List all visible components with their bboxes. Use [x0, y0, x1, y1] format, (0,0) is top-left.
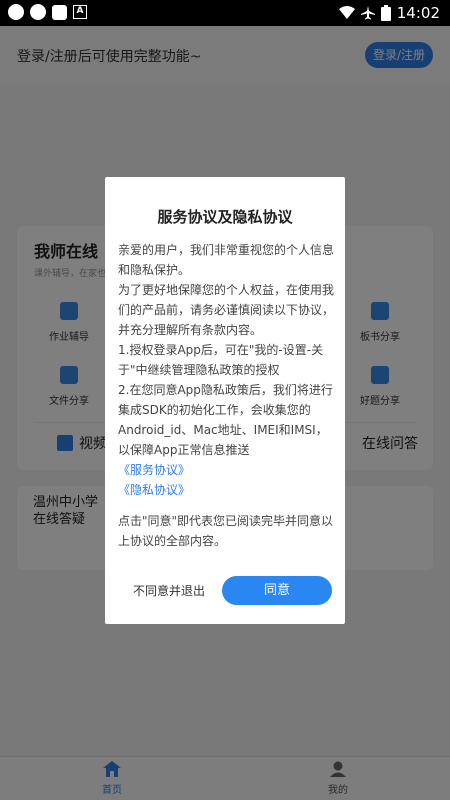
agree-button[interactable]: 同意	[222, 576, 332, 605]
notification-icons: A	[8, 4, 87, 20]
airplane-icon	[360, 6, 375, 20]
privacy-agreement-link[interactable]: 《隐私协议》	[118, 480, 190, 500]
dialog-title: 服务协议及隐私协议	[157, 208, 293, 226]
app-notification-icon-2	[30, 4, 46, 20]
dialog-paragraph: 2.在您同意App隐私政策后，我们将进行集成SDK的初始化工作，会收集您的And…	[118, 383, 333, 457]
dialog-footer-text: 点击"同意"即代表您已阅读完毕并同意以上协议的全部内容。	[118, 514, 334, 548]
status-time: 14:02	[396, 4, 440, 22]
service-agreement-link[interactable]: 《服务协议》	[118, 460, 190, 480]
wifi-icon	[338, 6, 355, 19]
system-status-icons: 14:02	[338, 4, 440, 22]
privacy-agreement-dialog: 服务协议及隐私协议 亲爱的用户，我们非常重视您的个人信息和隐私保护。 为了更好地…	[105, 177, 345, 624]
dialog-paragraph: 为了更好地保障您的个人权益，在使用我们的产品前，请务必谨慎阅读以下协议，并充分理…	[118, 283, 335, 337]
agreement-links: 《服务协议》 《隐私协议》	[118, 460, 190, 500]
battery-icon	[380, 5, 391, 21]
app-notification-icon	[8, 4, 24, 20]
a-notification-icon: A	[73, 5, 87, 19]
dialog-paragraph: 1.授权登录App后，可在"我的-设置-关于"中继续管理隐私政策的授权	[118, 343, 324, 377]
dialog-paragraph: 亲爱的用户，我们非常重视您的个人信息和隐私保护。	[118, 243, 335, 277]
status-bar: A 14:02	[0, 0, 450, 26]
decline-exit-button[interactable]: 不同意并退出	[119, 577, 219, 605]
dialog-body: 亲爱的用户，我们非常重视您的个人信息和隐私保护。 为了更好地保障您的个人权益，在…	[118, 240, 334, 460]
square-notification-icon	[52, 4, 67, 20]
